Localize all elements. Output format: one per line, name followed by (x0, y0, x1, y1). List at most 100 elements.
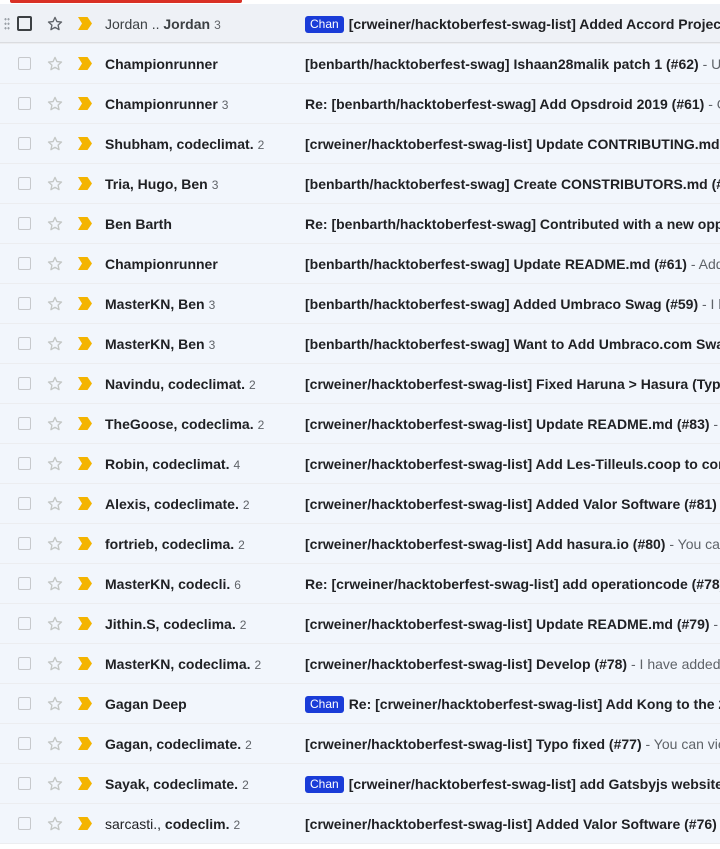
important-marker-icon[interactable] (78, 777, 92, 790)
star-icon[interactable] (46, 415, 64, 433)
email-row[interactable]: fortrieb, codeclima. 2 [crweiner/hacktober… (0, 524, 720, 564)
email-row[interactable]: Championrunner 3 Re: [benbarth/hacktoberfe… (0, 84, 720, 124)
email-row[interactable]: MasterKN, Ben 3 [benbarth/hacktoberfest-sw… (0, 324, 720, 364)
important-marker-icon[interactable] (78, 697, 92, 710)
select-checkbox[interactable] (18, 377, 31, 390)
email-row[interactable]: Tria, Hugo, Ben 3 [benbarth/hacktoberfest-… (0, 164, 720, 204)
email-row[interactable]: sarcasti., codeclim. 2 [crweiner/hacktober… (0, 804, 720, 844)
important-marker-icon[interactable] (78, 377, 92, 390)
star-icon[interactable] (46, 455, 64, 473)
important-marker-icon[interactable] (78, 297, 92, 310)
important-marker-icon[interactable] (78, 537, 92, 550)
label-chip[interactable]: Chan (305, 16, 344, 33)
important-marker-icon[interactable] (78, 817, 92, 830)
star-icon[interactable] (46, 575, 64, 593)
important-marker-icon[interactable] (78, 177, 92, 190)
sender-name: Sayak, codeclimate. 2 (105, 776, 249, 792)
select-checkbox[interactable] (18, 737, 31, 750)
star-icon[interactable] (46, 175, 64, 193)
important-marker-icon[interactable] (78, 17, 92, 30)
select-checkbox[interactable] (18, 337, 31, 350)
select-checkbox[interactable] (18, 657, 31, 670)
important-marker-icon[interactable] (78, 337, 92, 350)
important-marker-icon[interactable] (78, 737, 92, 750)
star-icon[interactable] (46, 95, 64, 113)
important-marker-icon[interactable] (78, 57, 92, 70)
star-icon[interactable] (46, 215, 64, 233)
star-icon[interactable] (46, 55, 64, 73)
subject-line: [crweiner/hacktoberfest-swag-list] Devel… (305, 644, 720, 683)
star-icon[interactable] (46, 495, 64, 513)
label-chip[interactable]: Chan (305, 776, 344, 793)
sender-name: Championrunner 3 (105, 96, 229, 112)
email-row[interactable]: Ben Barth Re: [benbarth/hacktoberfest-swa… (0, 204, 720, 244)
select-checkbox[interactable] (18, 697, 31, 710)
select-checkbox[interactable] (18, 537, 31, 550)
star-icon[interactable] (46, 535, 64, 553)
important-marker-icon[interactable] (78, 97, 92, 110)
star-icon[interactable] (46, 815, 64, 833)
subject-line: [benbarth/hacktoberfest-swag] Want to Ad… (305, 324, 720, 363)
important-marker-icon[interactable] (78, 457, 92, 470)
email-row[interactable]: Jordan .. Jordan 3 Chan [crweiner/hacktober… (0, 4, 720, 44)
select-checkbox[interactable] (18, 57, 31, 70)
star-icon[interactable] (46, 735, 64, 753)
thread-count: 3 (208, 338, 216, 352)
email-row[interactable]: Gagan Deep Chan Re: [crweiner/hacktoberfes… (0, 684, 720, 724)
select-checkbox[interactable] (18, 297, 31, 310)
important-marker-icon[interactable] (78, 417, 92, 430)
select-checkbox[interactable] (18, 257, 31, 270)
email-subject: [crweiner/hacktoberfest-swag-list] Added… (305, 496, 717, 512)
important-marker-icon[interactable] (78, 617, 92, 630)
select-checkbox[interactable] (18, 417, 31, 430)
email-row[interactable]: Sayak, codeclimate. 2 Chan [crweiner/hackto… (0, 764, 720, 804)
select-checkbox[interactable] (18, 97, 31, 110)
select-checkbox[interactable] (18, 457, 31, 470)
select-checkbox[interactable] (18, 617, 31, 630)
select-checkbox[interactable] (18, 817, 31, 830)
email-row[interactable]: MasterKN, Ben 3 [benbarth/hacktoberfest-sw… (0, 284, 720, 324)
email-row[interactable]: Gagan, codeclimate. 2 [crweiner/hacktoberf… (0, 724, 720, 764)
star-icon[interactable] (46, 295, 64, 313)
sender-name: Gagan, codeclimate. 2 (105, 736, 252, 752)
email-row[interactable]: TheGoose, codeclima. 2 [crweiner/hacktober… (0, 404, 720, 444)
star-icon[interactable] (46, 695, 64, 713)
drag-handle-icon[interactable] (4, 17, 10, 31)
important-marker-icon[interactable] (78, 257, 92, 270)
select-checkbox[interactable] (18, 217, 31, 230)
star-icon[interactable] (46, 255, 64, 273)
email-row[interactable]: Shubham, codeclimat. 2 [crweiner/hacktober… (0, 124, 720, 164)
star-icon[interactable] (46, 375, 64, 393)
email-row[interactable]: MasterKN, codecli. 6 Re: [crweiner/hacktob… (0, 564, 720, 604)
email-row[interactable]: Jithin.S, codeclima. 2 [crweiner/hacktober… (0, 604, 720, 644)
email-snippet: - Adde (690, 256, 720, 272)
select-checkbox[interactable] (18, 577, 31, 590)
email-subject: [crweiner/hacktoberfest-swag-list] Updat… (305, 136, 720, 152)
email-row[interactable]: Championrunner [benbarth/hacktoberfest-sw… (0, 44, 720, 84)
subject-line: [crweiner/hacktoberfest-swag-list] Typo … (305, 724, 720, 763)
email-row[interactable]: Championrunner [benbarth/hacktoberfest-sw… (0, 244, 720, 284)
star-icon[interactable] (46, 775, 64, 793)
important-marker-icon[interactable] (78, 657, 92, 670)
star-icon[interactable] (46, 655, 64, 673)
important-marker-icon[interactable] (78, 217, 92, 230)
email-row[interactable]: Robin, codeclimat. 4 [crweiner/hacktoberfe… (0, 444, 720, 484)
email-row[interactable]: Alexis, codeclimate. 2 [crweiner/hacktober… (0, 484, 720, 524)
important-marker-icon[interactable] (78, 137, 92, 150)
email-row[interactable]: MasterKN, codeclima. 2 [crweiner/hacktober… (0, 644, 720, 684)
select-checkbox[interactable] (18, 497, 31, 510)
select-checkbox[interactable] (18, 177, 31, 190)
email-row[interactable]: Navindu, codeclimat. 2 [crweiner/hacktober… (0, 364, 720, 404)
select-checkbox[interactable] (18, 777, 31, 790)
star-icon[interactable] (46, 615, 64, 633)
important-marker-icon[interactable] (78, 577, 92, 590)
star-icon[interactable] (46, 335, 64, 353)
star-icon[interactable] (46, 15, 64, 33)
important-marker-icon[interactable] (78, 497, 92, 510)
select-checkbox[interactable] (17, 16, 32, 31)
star-icon[interactable] (46, 135, 64, 153)
subject-line: [benbarth/hacktoberfest-swag] Ishaan28ma… (305, 44, 720, 83)
label-chip[interactable]: Chan (305, 696, 344, 713)
thread-count: 4 (233, 458, 241, 472)
select-checkbox[interactable] (18, 137, 31, 150)
